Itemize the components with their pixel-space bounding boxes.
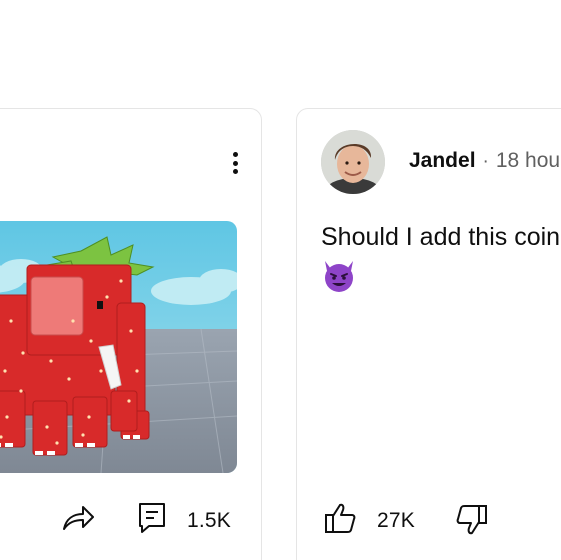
like-button[interactable]: 27K bbox=[323, 501, 415, 540]
smiling-devil-emoji-icon bbox=[321, 259, 357, 298]
meta-separator: · bbox=[482, 151, 489, 172]
post-time[interactable]: 18 hours ago bbox=[496, 149, 561, 173]
community-posts-viewport: 1.5K Jandel · 18 hours ago Should I add … bbox=[0, 0, 561, 560]
post-actions-left: 1.5K bbox=[0, 499, 261, 539]
share-button[interactable] bbox=[61, 503, 95, 538]
post-actions-right: 27K bbox=[297, 499, 561, 539]
comments-button[interactable]: 1.5K bbox=[137, 501, 231, 540]
post-card-right: Jandel · 18 hours ago Should I add this … bbox=[296, 108, 561, 560]
like-count: 27K bbox=[377, 508, 415, 532]
share-arrow-icon bbox=[61, 503, 95, 538]
comment-count: 1.5K bbox=[187, 508, 231, 532]
thumbs-down-icon bbox=[455, 503, 489, 542]
more-vertical-icon[interactable] bbox=[223, 149, 247, 177]
dislike-button[interactable] bbox=[455, 503, 489, 542]
post-card-left: 1.5K bbox=[0, 108, 262, 560]
channel-name[interactable]: Jandel bbox=[409, 149, 476, 173]
thumbs-up-icon bbox=[323, 501, 357, 540]
comment-icon bbox=[137, 501, 167, 540]
avatar[interactable] bbox=[321, 130, 385, 194]
post-header: Jandel · 18 hours ago bbox=[409, 149, 561, 173]
post-text: Should I add this coin bbox=[321, 223, 561, 251]
post-image[interactable] bbox=[0, 221, 237, 473]
